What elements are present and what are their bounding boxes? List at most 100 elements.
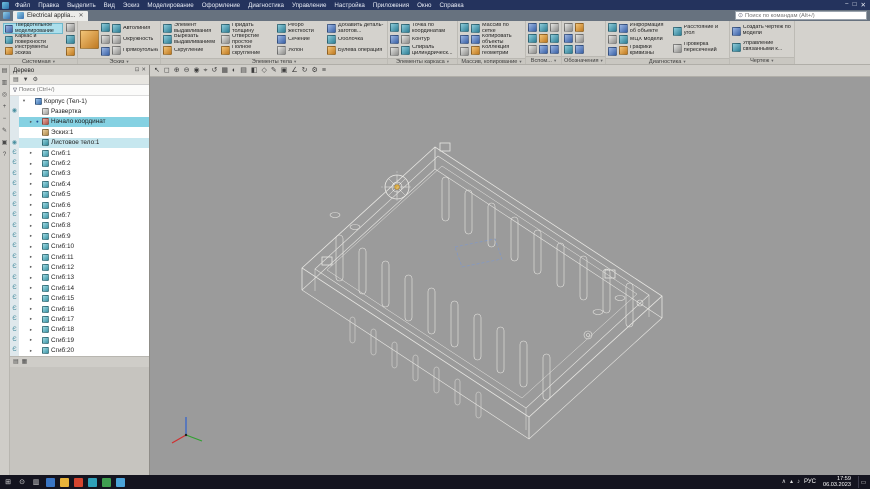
menu-applications[interactable]: Приложения — [369, 2, 413, 9]
hidden-lines-icon[interactable]: ◧ — [251, 67, 258, 74]
tree-row-gutter-icon[interactable]: Є — [10, 158, 19, 168]
menu-settings[interactable]: Настройка — [330, 2, 368, 9]
tree-row-caret[interactable]: ▸ — [28, 275, 34, 281]
tree-panel-icon[interactable]: ▤ — [2, 68, 8, 74]
tree-row-gutter-icon[interactable]: Є — [10, 325, 19, 335]
tree-row-gutter-icon[interactable]: Є — [10, 293, 19, 303]
tree-row-caret[interactable]: ▸ — [28, 181, 34, 187]
tree-row-gutter-icon[interactable]: Є — [10, 262, 19, 272]
helix-button[interactable]: Спираль цилиндрическ... — [401, 45, 455, 56]
tree-row[interactable]: Эскиз:1 — [10, 127, 149, 137]
tree-row[interactable]: ▸ ● Начало координат — [10, 117, 149, 127]
tree-row[interactable]: Є ▸ Сгиб:8 — [10, 221, 149, 231]
tree-row[interactable]: ◉ Листовое тело:1 — [10, 138, 149, 148]
plane-at-angle-icon[interactable] — [539, 34, 548, 43]
tree-search[interactable]: ∇ — [10, 85, 149, 96]
tree-structure-icon[interactable]: ▤ — [13, 77, 19, 83]
zoom-plus-icon[interactable]: + — [3, 104, 7, 110]
tree-row-gutter-icon[interactable]: Є — [10, 179, 19, 189]
menu-select[interactable]: Выделить — [63, 2, 100, 9]
grid-array-button[interactable]: Массив по сетке — [471, 23, 523, 34]
manage-linked-button[interactable]: Управление связанными к... — [732, 39, 792, 55]
add-stock-part-button[interactable]: Добавить деталь-заготов... — [327, 23, 385, 34]
tree-row-gutter-icon[interactable] — [10, 96, 19, 106]
note-icon[interactable] — [564, 45, 573, 54]
pointer-icon[interactable]: ↖ — [154, 67, 160, 74]
designation-icon[interactable] — [564, 34, 573, 43]
mass-properties-button[interactable]: МЦХ модели — [619, 34, 671, 45]
orientation-icon[interactable]: ▦ — [221, 67, 228, 74]
zoom-minus-icon[interactable]: − — [3, 116, 7, 122]
app-kompas-icon[interactable] — [116, 478, 125, 487]
command-search[interactable]: ⊙ — [735, 11, 867, 20]
tree-row-caret[interactable]: ▸ — [28, 296, 34, 302]
menu-diagnostics[interactable]: Диагностика — [244, 2, 288, 9]
rotate-icon[interactable]: ↺ — [212, 67, 218, 74]
fillet-button[interactable]: Скругление — [163, 45, 219, 56]
tree-pin-icon[interactable]: ⊡ — [135, 67, 140, 73]
offset-plane-icon[interactable] — [528, 23, 537, 32]
update-icon[interactable] — [66, 23, 75, 32]
check-icon[interactable] — [608, 35, 617, 44]
ribbon-section-system[interactable]: Системная▾ — [0, 58, 77, 64]
tree-row-gutter-icon[interactable]: Є — [10, 335, 19, 345]
tree-row-gutter-icon[interactable]: Є — [10, 314, 19, 324]
arc-icon[interactable] — [101, 35, 110, 44]
tree-row-caret[interactable]: ▸ — [28, 223, 34, 229]
tree-row-gutter-icon[interactable]: Є — [10, 210, 19, 220]
tree-row-gutter-icon[interactable] — [10, 117, 19, 127]
tree-row-caret[interactable]: ▸ — [28, 161, 34, 167]
app-teal-icon[interactable] — [88, 478, 97, 487]
minimize-icon[interactable]: − — [845, 1, 849, 9]
perspective-icon[interactable]: ◇ — [261, 67, 266, 74]
menu-manage[interactable]: Управление — [288, 2, 330, 9]
info-icon[interactable] — [608, 47, 617, 56]
tree-row[interactable]: Є ▸ Сгиб:18 — [10, 325, 149, 335]
rectangle-button[interactable]: Прямоугольник — [112, 45, 158, 56]
ribbon-section-designations[interactable]: Обозначения▾ — [562, 56, 605, 64]
tree-row-gutter-icon[interactable]: Є — [10, 221, 19, 231]
axis-icon[interactable] — [390, 23, 399, 32]
sketch-mode-icon[interactable]: ✎ — [271, 67, 277, 74]
array-circular-icon[interactable] — [460, 47, 469, 56]
create-drawing-button[interactable]: Создать чертеж по модели — [732, 23, 792, 39]
search-panel-icon[interactable]: ◎ — [2, 92, 7, 98]
tree-row-caret[interactable]: ▸ — [28, 285, 34, 291]
simple-hole-button[interactable]: Отверстие простое — [221, 34, 275, 45]
tree-row[interactable]: Є ▸ Сгиб:13 — [10, 273, 149, 283]
ribbon-section-auxiliary[interactable]: Вспом...▾ — [526, 56, 561, 64]
cut-extrude-button[interactable]: Вырезать выдавливанием — [163, 34, 219, 45]
tree-row[interactable]: ◉ Развертка — [10, 106, 149, 116]
boolean-button[interactable]: Булева операция — [327, 45, 385, 56]
tree-row[interactable]: Є ▸ Сгиб:3 — [10, 169, 149, 179]
tree-row-caret[interactable]: ▸ — [28, 306, 34, 312]
ribbon-section-frame[interactable]: Элементы каркаса▾ — [388, 58, 457, 64]
settings-icon[interactable]: ⚙ — [312, 67, 318, 74]
tree-row-caret[interactable]: ▸ — [28, 192, 34, 198]
tree-row[interactable]: Є ▸ Сгиб:20 — [10, 345, 149, 355]
tree-row[interactable]: Є ▸ Сгиб:2 — [10, 158, 149, 168]
command-search-input[interactable] — [745, 13, 864, 19]
tree-tab-layout-icon[interactable]: ▦ — [22, 359, 28, 365]
measure3d-icon[interactable] — [608, 23, 617, 32]
notification-center-icon[interactable]: ▭ — [858, 476, 868, 488]
tree-row-caret[interactable]: ▸ — [28, 327, 34, 333]
tree-row-gutter-icon[interactable]: Є — [10, 345, 19, 355]
parameters-panel-icon[interactable]: ▥ — [2, 80, 8, 86]
frame-select-icon[interactable]: ◻ — [164, 67, 170, 74]
task-view-icon[interactable]: ▥ — [30, 479, 42, 486]
tree-row-caret[interactable]: ▸ — [28, 316, 34, 322]
local-cs-icon[interactable] — [528, 34, 537, 43]
ribbon-section-drawing[interactable]: Чертеж▾ — [730, 57, 794, 64]
spline-icon[interactable] — [101, 23, 110, 32]
tree-row-gutter-icon[interactable]: Є — [10, 148, 19, 158]
axis-two-points-icon[interactable] — [539, 23, 548, 32]
tree-row-caret[interactable]: ▸ — [28, 348, 34, 354]
point-icon[interactable] — [101, 47, 110, 56]
close-icon[interactable]: ✕ — [861, 1, 866, 9]
start-icon[interactable]: ⊞ — [2, 479, 14, 486]
tree-row-caret[interactable]: ▸ — [28, 212, 34, 218]
circle-button[interactable]: Окружность — [112, 34, 158, 45]
ribbon-section-array[interactable]: Массив, копирование▾ — [458, 58, 525, 64]
macros-icon[interactable] — [66, 47, 75, 56]
